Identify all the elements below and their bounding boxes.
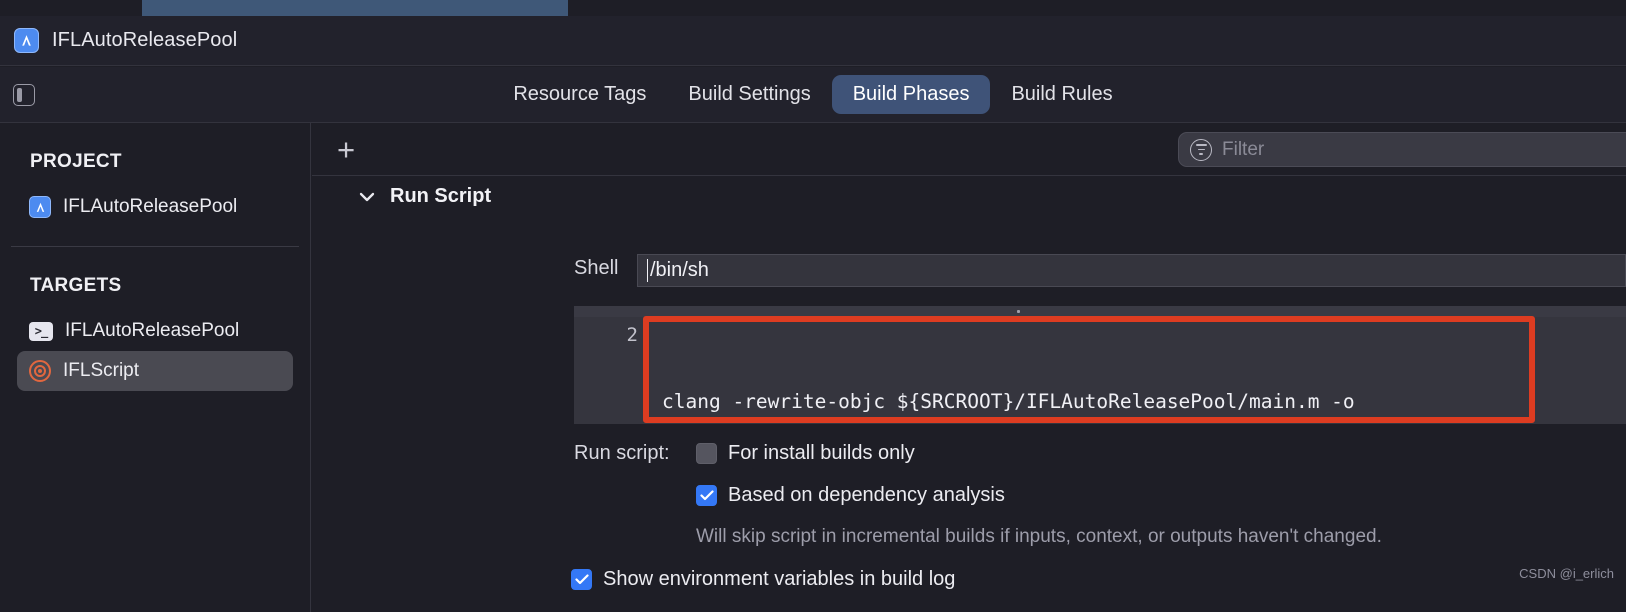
option-label: Show environment variables in build log (603, 568, 956, 590)
tab-list: Resource Tags Build Settings Build Phase… (0, 67, 1626, 122)
line-number-gutter: 2 (626, 324, 638, 346)
tab-resource-tags[interactable]: Resource Tags (492, 75, 667, 114)
sidebar-item-target-iflautoreleasepool[interactable]: >_ IFLAutoReleasePool (17, 311, 293, 351)
filter-input[interactable] (1222, 138, 1622, 161)
checkbox-install-builds-only[interactable] (696, 443, 717, 464)
editor-tab-bar: Resource Tags Build Settings Build Phase… (0, 67, 1626, 123)
xcode-app-icon (14, 28, 39, 53)
filter-icon (1190, 138, 1212, 161)
dependency-analysis-hint: Will skip script in incremental builds i… (696, 526, 1382, 547)
sidebar-item-target-iflscript[interactable]: IFLScript (17, 351, 293, 391)
checkbox-dependency-analysis[interactable] (696, 485, 717, 506)
active-editor-tab-strip[interactable] (142, 0, 568, 16)
terminal-icon: >_ (29, 321, 53, 341)
option-dependency-analysis[interactable]: Based on dependency analysis (696, 484, 1005, 507)
sidebar-item-label: IFLScript (63, 360, 140, 381)
sidebar-item-project-iflautoreleasepool[interactable]: IFLAutoReleasePool (17, 187, 293, 227)
watermark: CSDN @i_erlich (1519, 566, 1614, 581)
tab-build-rules[interactable]: Build Rules (990, 75, 1133, 114)
script-editor-body[interactable]: 2 clang -rewrite-objc ${SRCROOT}/IFLAuto… (574, 317, 1626, 424)
section-header-project: PROJECT (30, 151, 122, 172)
option-show-environment-variables[interactable]: Show environment variables in build log (571, 568, 955, 591)
top-strip (0, 0, 1626, 16)
chevron-down-icon[interactable] (358, 188, 376, 206)
shell-row: Shell /bin/sh (312, 254, 1626, 289)
section-header-targets: TARGETS (30, 275, 122, 296)
option-label: For install builds only (728, 442, 915, 464)
run-script-phase-header[interactable]: Run Script (312, 185, 491, 208)
script-editor-scroll-track[interactable] (574, 306, 1626, 317)
tab-build-phases[interactable]: Build Phases (831, 75, 991, 114)
phase-title: Run Script (390, 185, 492, 207)
sidebar-item-label: IFLAutoReleasePool (65, 320, 240, 341)
script-editor[interactable]: 2 clang -rewrite-objc ${SRCROOT}/IFLAuto… (574, 306, 1626, 424)
project-targets-sidebar: PROJECT IFLAutoReleasePool TARGETS >_ IF… (0, 123, 311, 612)
xcode-project-editor-window: IFLAutoReleasePool Resource Tags Build S… (0, 0, 1626, 612)
shell-input[interactable]: /bin/sh (637, 254, 1626, 287)
app-icon (29, 196, 51, 218)
code-line-1: clang -rewrite-objc ${SRCROOT}/IFLAutoRe… (662, 390, 1355, 413)
build-phases-toolbar: + (312, 123, 1626, 176)
sidebar-item-label: IFLAutoReleasePool (63, 196, 238, 217)
build-phases-pane: + Run Script Shell /bin/sh (312, 123, 1626, 612)
title-bar: IFLAutoReleasePool (0, 16, 1626, 66)
filter-field[interactable] (1178, 132, 1626, 167)
run-script-label: Run script: (574, 442, 670, 464)
scroll-tick (1017, 310, 1020, 313)
shell-value: /bin/sh (647, 259, 709, 282)
add-build-phase-button[interactable]: + (330, 133, 362, 165)
script-code-area[interactable]: clang -rewrite-objc ${SRCROOT}/IFLAutoRe… (650, 317, 1626, 424)
option-label: Based on dependency analysis (728, 484, 1005, 506)
checkbox-show-environment-variables[interactable] (571, 569, 592, 590)
shell-label: Shell (574, 257, 619, 279)
target-icon (29, 360, 51, 382)
tab-build-settings[interactable]: Build Settings (667, 75, 831, 114)
option-install-builds-only[interactable]: For install builds only (696, 442, 915, 465)
page-title: IFLAutoReleasePool (52, 29, 238, 51)
